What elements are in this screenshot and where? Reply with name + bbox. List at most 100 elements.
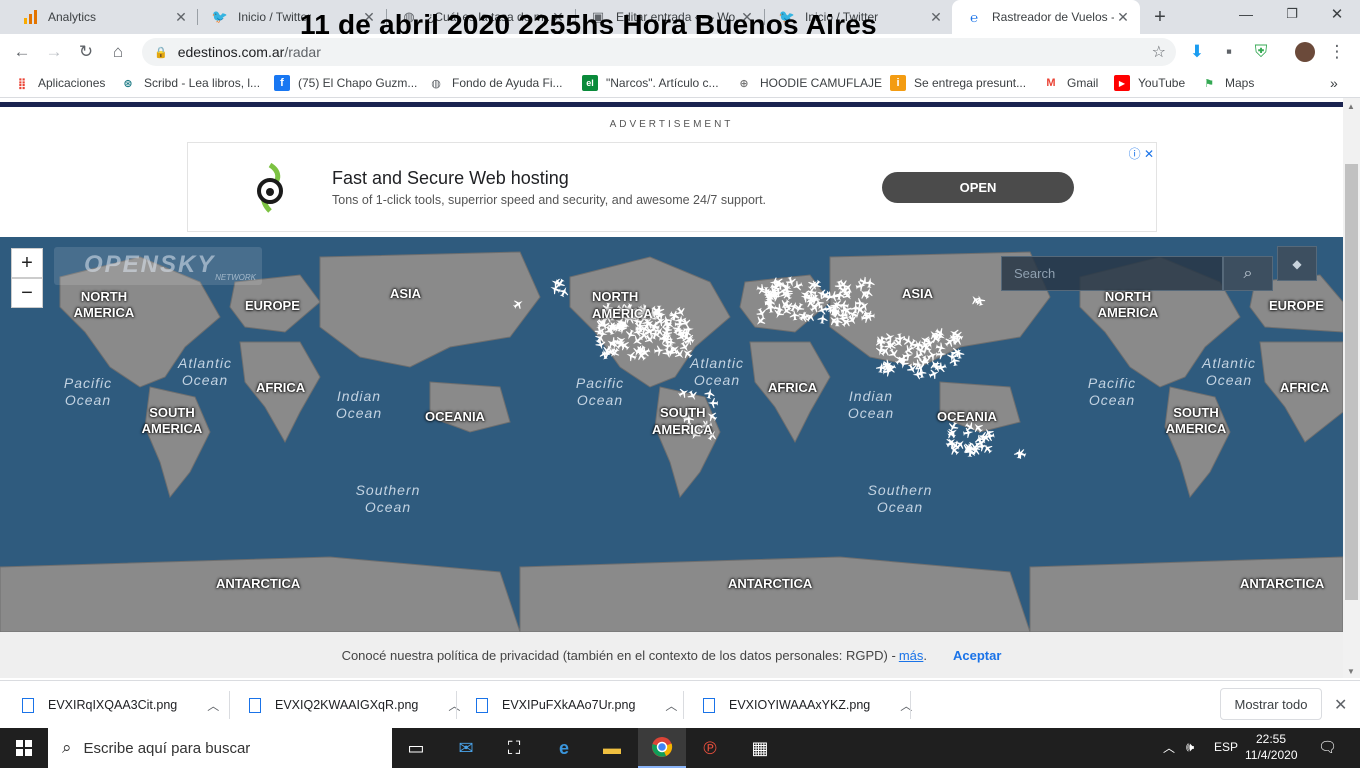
download-item[interactable]: EVXIQ2KWAAIGXqR.png ︿ bbox=[249, 681, 460, 729]
bookmark-label: "Narcos". Artículo c... bbox=[606, 76, 719, 90]
mail-icon[interactable]: ✉ bbox=[442, 728, 490, 768]
taskbar-clock[interactable]: 22:55 11/4/2020 bbox=[1245, 731, 1298, 763]
zoom-out-button[interactable]: − bbox=[11, 278, 43, 308]
label-north: NORTH bbox=[592, 289, 639, 304]
label-africa: AFRICA bbox=[1280, 380, 1330, 395]
home-icon[interactable]: ⌂ bbox=[106, 40, 130, 64]
scroll-down-icon[interactable]: ▼ bbox=[1347, 667, 1355, 676]
aircraft-icon[interactable] bbox=[789, 310, 800, 321]
aircraft-icon[interactable] bbox=[936, 349, 947, 360]
chevron-up-icon[interactable]: ︿ bbox=[207, 697, 219, 714]
close-icon[interactable]: ✕ bbox=[1114, 9, 1132, 26]
tag-icon[interactable]: ◆ bbox=[1277, 246, 1317, 281]
bookmarks-overflow-icon[interactable]: » bbox=[1330, 75, 1338, 91]
tray-chevron-icon[interactable]: ︿ bbox=[1163, 739, 1175, 756]
maps-icon: ⚑ bbox=[1204, 77, 1214, 90]
gmail-icon: M bbox=[1046, 77, 1056, 89]
chevron-up-icon[interactable]: ︿ bbox=[448, 697, 460, 714]
map-search-input[interactable]: Search bbox=[1001, 256, 1223, 291]
chevron-up-icon[interactable]: ︿ bbox=[665, 697, 677, 714]
aircraft-icon[interactable] bbox=[557, 285, 570, 298]
aircraft-icon[interactable] bbox=[817, 313, 828, 324]
label-southern-ocean: Southern Ocean bbox=[867, 482, 933, 515]
star-icon[interactable]: ☆ bbox=[1152, 42, 1166, 62]
edge-icon[interactable]: e bbox=[540, 728, 588, 768]
aircraft-icon[interactable] bbox=[704, 388, 716, 400]
privacy-accept-button[interactable]: Aceptar bbox=[953, 648, 1001, 663]
chrome-icon[interactable] bbox=[638, 728, 686, 768]
ad-banner[interactable]: Fast and Secure Web hosting Tons of 1-cl… bbox=[187, 142, 1157, 232]
download-item[interactable]: EVXIPuFXkAAo7Ur.png ︿ bbox=[476, 681, 677, 729]
privacy-more-link[interactable]: más bbox=[899, 648, 924, 663]
bookmark-gmail[interactable]: M Gmail bbox=[1043, 75, 1098, 91]
bookmark-apps[interactable]: ⣿ Aplicaciones bbox=[14, 75, 106, 91]
avatar[interactable] bbox=[1293, 40, 1317, 64]
scroll-up-icon[interactable]: ▲ bbox=[1347, 102, 1355, 111]
address-bar[interactable]: 🔒 edestinos.com.ar/radar ☆ bbox=[142, 38, 1176, 66]
task-view-icon[interactable]: ▭ bbox=[392, 728, 440, 768]
app-p-icon[interactable]: ℗ bbox=[686, 728, 734, 768]
language-indicator[interactable]: ESP bbox=[1214, 740, 1238, 754]
taskbar-search[interactable]: ⌕ Escribe aquí para buscar bbox=[48, 728, 392, 768]
aircraft-icon[interactable] bbox=[928, 358, 942, 372]
extension-robot-icon[interactable]: ▪ bbox=[1217, 40, 1241, 64]
bookmark-maps[interactable]: ⚑ Maps bbox=[1201, 75, 1254, 91]
forward-icon[interactable]: → bbox=[42, 40, 66, 64]
extension-download-icon[interactable]: ⬇ bbox=[1185, 40, 1209, 64]
menu-icon[interactable]: ⋮ bbox=[1325, 40, 1349, 64]
reload-icon[interactable]: ↻ bbox=[74, 40, 98, 64]
search-icon[interactable]: ⌕ bbox=[1223, 256, 1273, 291]
bookmark-fondo[interactable]: ◍ Fondo de Ayuda Fi... bbox=[428, 75, 562, 91]
download-item[interactable]: EVXIRqIXQAA3Cit.png ︿ bbox=[22, 681, 219, 729]
notifications-icon[interactable]: 🗨 bbox=[1318, 738, 1337, 756]
restore-icon[interactable]: ❐ bbox=[1282, 6, 1302, 22]
aircraft-icon[interactable] bbox=[753, 314, 767, 328]
bookmark-youtube[interactable]: ▶ YouTube bbox=[1114, 75, 1185, 91]
minimize-icon[interactable]: — bbox=[1236, 6, 1256, 22]
close-icon[interactable]: ✕ bbox=[927, 9, 945, 26]
clock-time: 22:55 bbox=[1255, 732, 1287, 746]
aircraft-icon[interactable] bbox=[707, 398, 718, 409]
label-pacific-ocean: Pacific Ocean bbox=[63, 375, 113, 408]
tab-analytics[interactable]: Analytics ✕ bbox=[8, 0, 198, 34]
el-icon: el bbox=[582, 75, 598, 91]
zoom-in-button[interactable]: + bbox=[11, 248, 43, 278]
ad-close-icon[interactable]: ⓘ ✕ bbox=[1129, 145, 1154, 162]
label-antarctica: ANTARCTICA bbox=[1240, 576, 1325, 591]
scrollbar-thumb[interactable] bbox=[1345, 164, 1358, 600]
window-close-icon[interactable]: ✕ bbox=[1327, 5, 1347, 23]
new-tab-icon[interactable]: + bbox=[1148, 5, 1172, 29]
bookmark-facebook[interactable]: f (75) El Chapo Guzm... bbox=[274, 75, 417, 91]
page-scrollbar[interactable]: ▲ ▼ bbox=[1343, 98, 1360, 678]
store-icon[interactable]: ⛶ bbox=[490, 728, 538, 768]
close-icon[interactable]: ✕ bbox=[172, 9, 190, 26]
download-separator bbox=[683, 691, 684, 719]
aircraft-icon[interactable] bbox=[624, 328, 637, 341]
close-downloads-icon[interactable]: ✕ bbox=[1334, 695, 1347, 715]
aircraft-icon[interactable] bbox=[654, 345, 665, 356]
bookmark-scribd[interactable]: ⊛ Scribd - Lea libros, l... bbox=[120, 75, 260, 91]
calculator-icon[interactable]: ▦ bbox=[736, 728, 784, 768]
windows-start-icon[interactable] bbox=[0, 728, 48, 768]
taskbar-search-placeholder: Escribe aquí para buscar bbox=[83, 739, 251, 757]
flight-map[interactable]: OPENSKY NETWORK + − Search ⌕ ◆ NORTH AME… bbox=[0, 237, 1343, 632]
file-icon bbox=[476, 697, 488, 713]
aircraft-icon[interactable] bbox=[686, 389, 700, 403]
download-filename: EVXIRqIXQAA3Cit.png bbox=[48, 698, 178, 712]
extension-shield-icon[interactable]: ⛨ bbox=[1249, 40, 1273, 64]
file-explorer-icon[interactable]: ▬ bbox=[588, 728, 636, 768]
aircraft-icon[interactable] bbox=[828, 291, 840, 302]
back-icon[interactable]: ← bbox=[10, 40, 34, 64]
show-all-downloads-button[interactable]: Mostrar todo bbox=[1220, 688, 1322, 720]
aircraft-icon[interactable] bbox=[512, 297, 526, 311]
volume-icon[interactable]: 🕪 bbox=[1186, 739, 1194, 755]
tab-rastreador[interactable]: ℮ Rastreador de Vuelos - ✕ bbox=[952, 0, 1140, 34]
download-item[interactable]: EVXIOYIWAAAxYKZ.png ︿ bbox=[703, 681, 912, 729]
aircraft-icon[interactable] bbox=[806, 278, 820, 292]
bookmark-presunt[interactable]: i Se entrega presunt... bbox=[890, 75, 1026, 91]
bookmark-hoodie[interactable]: ⊕ HOODIE CAMUFLAJE bbox=[736, 75, 882, 91]
ad-open-button[interactable]: OPEN bbox=[882, 172, 1074, 203]
aircraft-icon[interactable] bbox=[798, 311, 809, 322]
bookmark-narcos[interactable]: el "Narcos". Artículo c... bbox=[582, 75, 719, 91]
label-asia: ASIA bbox=[902, 286, 934, 301]
